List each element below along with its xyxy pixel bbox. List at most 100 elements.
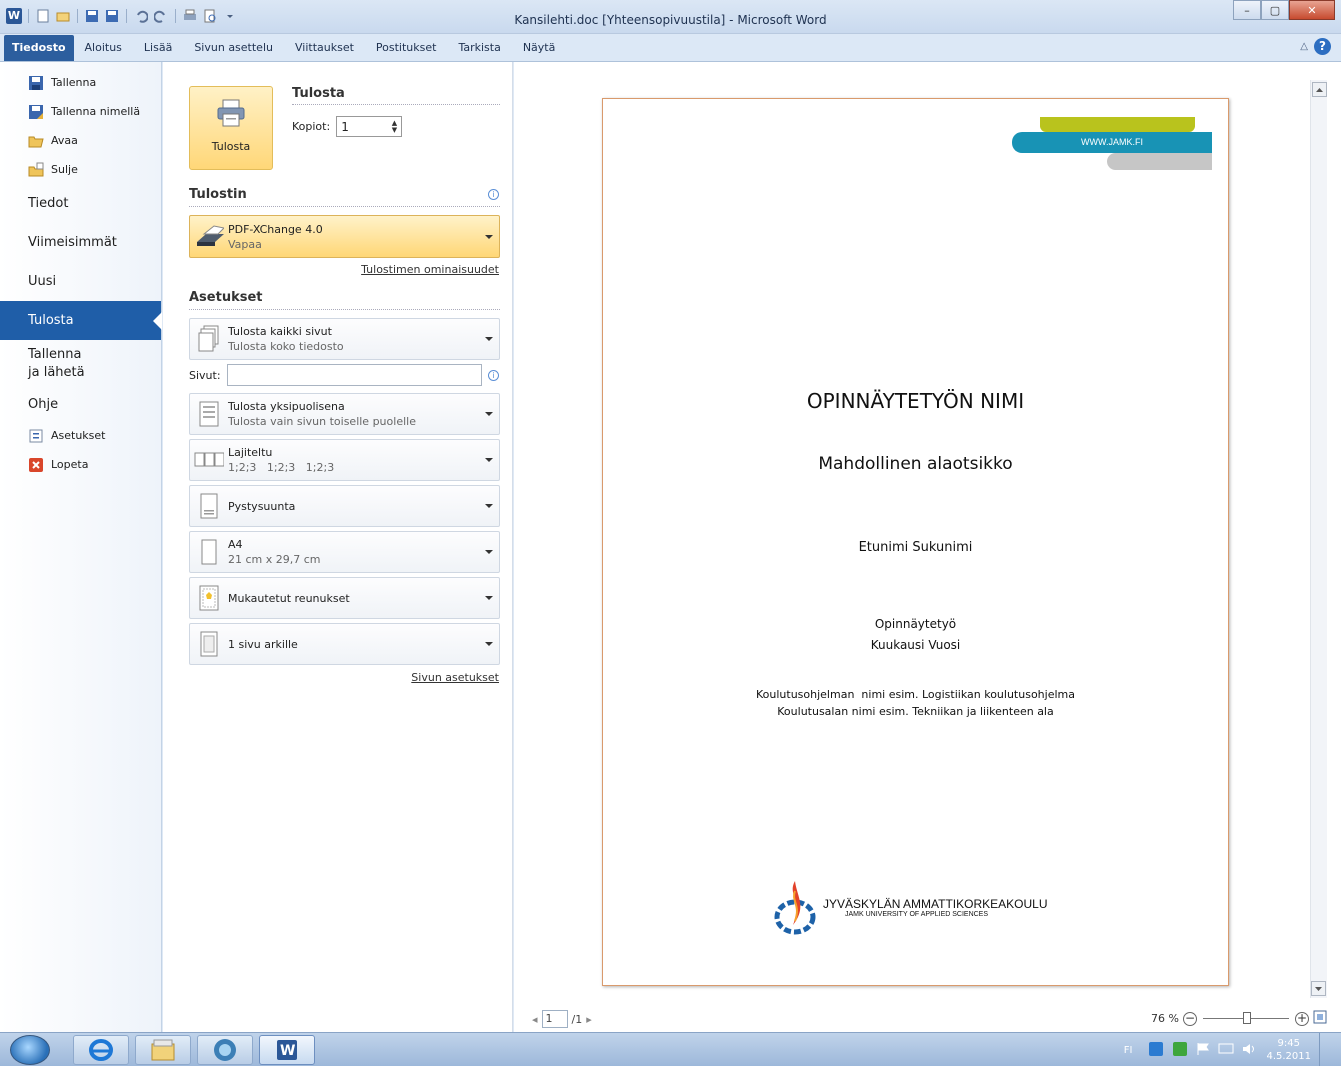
nav-help[interactable]: Ohje [0,388,161,421]
jamk-emblem-icon [773,877,817,938]
start-button[interactable] [10,1035,50,1065]
tab-insert[interactable]: Lisää [133,35,183,61]
chevron-down-icon [485,337,493,341]
printer-status: Vapaa [228,237,262,251]
tray-app-icon[interactable] [1148,1041,1164,1060]
zoom-level[interactable]: 76 % [1151,1012,1179,1025]
tab-review[interactable]: Tarkista [447,35,511,61]
all-pages-icon [194,325,224,353]
close-button[interactable]: ✕ [1289,0,1335,20]
minimize-button[interactable]: – [1233,0,1261,20]
copies-stepper[interactable]: 1 ▲ ▼ [336,116,403,137]
previous-page-icon[interactable]: ◂ [532,1013,538,1026]
print-button[interactable]: Tulosta [189,86,273,170]
sides-title: Tulosta yksipuolisena [228,400,345,413]
margins-dropdown[interactable]: Mukautetut reunukset [189,577,500,619]
sides-dropdown[interactable]: Tulosta yksipuolisena Tulosta vain sivun… [189,393,500,435]
total-pages: /1 [571,1012,583,1026]
ribbon-right-icons: △ ? [1300,38,1331,55]
nav-new[interactable]: Uusi [0,262,161,301]
tab-home[interactable]: Aloitus [74,35,133,61]
margins-icon [194,584,224,612]
printer-properties-link[interactable]: Tulostimen ominaisuudet [361,263,499,276]
thesis-author: Etunimi Sukunimi [858,540,973,555]
collation-dropdown[interactable]: Lajiteltu 1;2;3 1;2;3 1;2;3 [189,439,500,481]
window-title: Kansilehti.doc [Yhteensopivuustila] - Mi… [514,13,827,27]
maximize-button[interactable]: ▢ [1261,0,1289,20]
scroll-down-icon[interactable] [1311,981,1326,996]
chevron-down-icon [485,234,493,239]
page-setup-link[interactable]: Sivun asetukset [411,671,499,684]
tab-page-layout[interactable]: Sivun asettelu [183,35,284,61]
minimize-ribbon-icon[interactable]: △ [1300,41,1308,52]
zoom-out-icon[interactable]: − [1183,1011,1197,1026]
printer-icon [216,99,246,130]
spin-arrows-icon[interactable]: ▲ ▼ [392,119,397,134]
zoom-slider-thumb[interactable] [1243,1012,1251,1024]
printer-info-icon[interactable]: i [488,189,499,200]
one-sided-icon [194,400,224,428]
tab-mailings[interactable]: Postitukset [365,35,448,61]
nav-save-and-send[interactable]: Tallenna ja lähetä [0,340,161,388]
pages-info-icon[interactable]: i [488,370,499,381]
tab-view[interactable]: Näytä [512,35,567,61]
ribbon-tabs: Tiedosto Aloitus Lisää Sivun asettelu Vi… [0,34,1341,62]
svg-text:W: W [280,1043,295,1059]
zoom-slider[interactable] [1203,1012,1289,1024]
paper-size-dropdown[interactable]: A4 21 cm x 29,7 cm [189,531,500,573]
close-label: Sulje [51,163,78,176]
save-command[interactable]: Tallenna [0,68,161,97]
pages-per-sheet-dropdown[interactable]: 1 sivu arkille [189,623,500,665]
divider [292,104,500,105]
current-page-input[interactable]: 1 [541,1010,568,1028]
copies-row: Kopiot: 1 ▲ ▼ [292,116,403,137]
close-command[interactable]: Sulje [0,155,161,184]
nav-recent[interactable]: Viimeisimmät [0,223,161,262]
network-icon[interactable] [1218,1042,1234,1059]
zoom-to-page-icon[interactable] [1313,1010,1327,1027]
next-page-icon[interactable]: ▸ [586,1013,592,1026]
internet-explorer-icon[interactable] [73,1035,129,1065]
paper-size-icon [194,538,224,566]
thesis-date: Kuukausi Vuosi [870,638,961,652]
preview-footer: ◂ 1 /1 ▸ 76 % − + [514,1006,1341,1032]
thesis-title: OPINNÄYTETYÖN NIMI [806,389,1025,413]
jamk-name: JYVÄSKYLÄN AMMATTIKORKEAKOULU [823,897,1048,911]
show-desktop-button[interactable] [1319,1033,1331,1066]
save-as-command[interactable]: Tallenna nimellä [0,97,161,126]
options-icon [28,428,44,444]
pages-input[interactable] [226,364,482,386]
file-explorer-icon[interactable] [135,1035,191,1065]
exit-command[interactable]: Lopeta [0,450,161,479]
print-range-dropdown[interactable]: Tulosta kaikki sivut Tulosta koko tiedos… [189,318,500,360]
scroll-up-icon[interactable] [1311,82,1327,97]
open-command[interactable]: Avaa [0,126,161,155]
print-range-title: Tulosta kaikki sivut [228,325,332,338]
options-command[interactable]: Asetukset [0,421,161,450]
pages-label: Sivut: [189,368,221,382]
printer-dropdown[interactable]: PDF-XChange 4.0 Vapaa [189,215,500,258]
printer-heading: Tulostin [189,187,247,202]
language-indicator[interactable]: FI [1124,1045,1133,1056]
jamk-english-name: JAMK UNIVERSITY OF APPLIED SCIENCES [845,911,989,918]
orientation-dropdown[interactable]: Pystysuunta [189,485,500,527]
zoom-in-icon[interactable]: + [1295,1011,1309,1026]
pages-per-sheet-icon [194,630,224,658]
jamk-header-gray-bar [1107,153,1212,170]
clock-date: 4.5.2011 [1266,1051,1311,1062]
tab-references[interactable]: Viittaukset [284,35,365,61]
media-player-icon[interactable] [197,1035,253,1065]
preview-vertical-scrollbar[interactable] [1310,80,1327,998]
chevron-down-icon [485,550,493,554]
nav-print[interactable]: Tulosta [0,301,162,340]
nav-info[interactable]: Tiedot [0,184,161,223]
tab-file[interactable]: Tiedosto [4,35,74,61]
help-icon[interactable]: ? [1314,38,1331,55]
clock[interactable]: 9:45 4.5.2011 [1266,1037,1311,1063]
action-center-flag-icon[interactable] [1196,1042,1210,1059]
volume-icon[interactable] [1242,1042,1258,1059]
word-taskbar-icon[interactable]: W [259,1035,315,1065]
thesis-subtitle: Mahdollinen alaotsikko [818,454,1013,474]
print-range-subtitle: Tulosta koko tiedosto [228,340,344,353]
tray-green-icon[interactable] [1172,1041,1188,1060]
